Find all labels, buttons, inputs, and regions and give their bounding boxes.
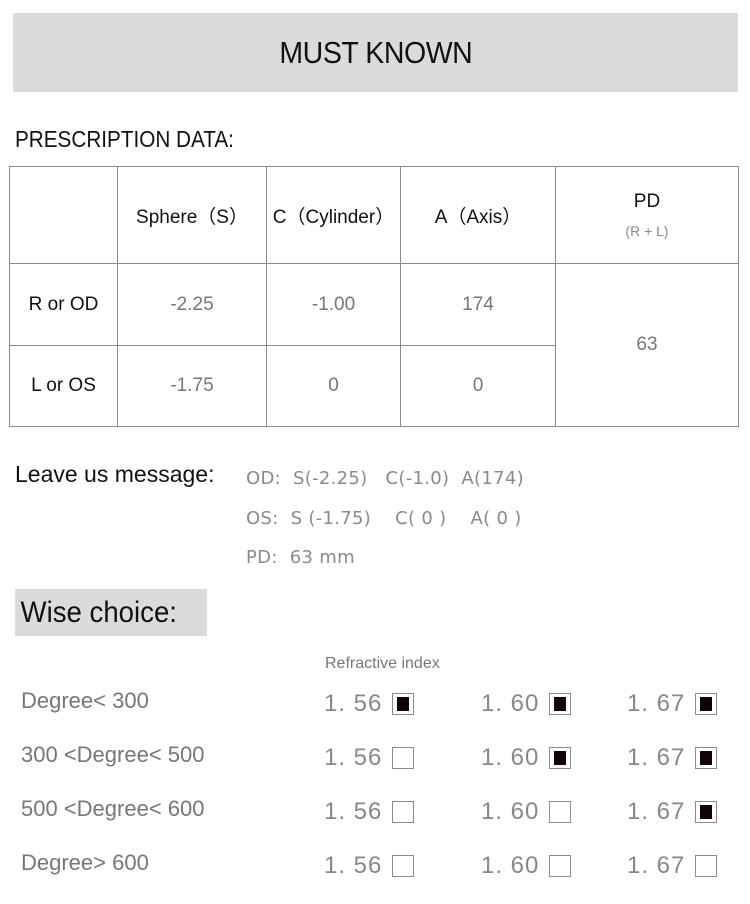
checked-box-icon <box>549 747 572 769</box>
header-sphere: Sphere（S） <box>117 166 267 264</box>
sphere-value: -1.75 <box>117 345 267 427</box>
checked-box-icon <box>549 693 572 715</box>
degree-row: 500 <Degree< 600 1. 56 1. 60 1. 67 <box>0 792 750 832</box>
refractive-option: 1. 60 <box>481 792 572 832</box>
degree-range-label: Degree< 300 <box>21 688 149 713</box>
check-fill-icon <box>700 697 713 711</box>
refractive-option: 1. 56 <box>324 792 415 832</box>
refractive-option: 1. 67 <box>627 684 718 724</box>
degree-row: Degree< 300 1. 56 1. 60 1. 67 <box>0 684 750 724</box>
axis-value: 174 <box>400 263 556 346</box>
refractive-index-value: 1. 56 <box>324 852 383 879</box>
refractive-index-value: 1. 67 <box>627 690 686 717</box>
refractive-option: 1. 67 <box>627 738 718 778</box>
wise-choice-banner: Wise choice: <box>15 589 207 636</box>
checked-box-icon <box>695 747 718 769</box>
message-label: Leave us message: <box>15 461 215 487</box>
refractive-index-value: 1. 67 <box>627 798 686 825</box>
checked-box-icon <box>695 693 718 715</box>
degree-row: 300 <Degree< 500 1. 56 1. 60 1. 67 <box>0 738 750 778</box>
header-pd-label: PD <box>633 191 661 212</box>
check-fill-icon <box>554 751 567 765</box>
refractive-index-value: 1. 60 <box>481 852 540 879</box>
unchecked-box-icon <box>695 855 718 877</box>
refractive-index-value: 1. 56 <box>324 744 383 771</box>
refractive-index-label: Refractive index <box>325 655 440 672</box>
checked-box-icon <box>392 693 415 715</box>
refractive-option: 1. 67 <box>627 792 718 832</box>
eye-label: L or OS <box>9 345 118 427</box>
page-title: MUST KNOWN <box>279 34 472 70</box>
refractive-index-value: 1. 60 <box>481 690 540 717</box>
check-fill-icon <box>397 697 410 711</box>
axis-value: 0 <box>400 345 556 427</box>
refractive-option: 1. 56 <box>324 846 415 886</box>
check-fill-icon <box>700 751 713 765</box>
sphere-value: -2.25 <box>117 263 267 346</box>
header-banner: MUST KNOWN <box>13 13 738 92</box>
check-fill-icon <box>554 697 567 711</box>
refractive-option: 1. 56 <box>324 684 415 724</box>
eye-label: R or OD <box>9 263 118 346</box>
message-line-od: OD: S(-2.25) C(-1.0) A(174) <box>246 468 524 489</box>
refractive-index-value: 1. 60 <box>481 744 540 771</box>
refractive-index-value: 1. 56 <box>324 798 383 825</box>
refractive-option: 1. 60 <box>481 684 572 724</box>
refractive-index-value: 1. 56 <box>324 690 383 717</box>
table-row: R or OD -2.25 -1.00 174 63 <box>9 263 739 427</box>
wise-choice-title: Wise choice: <box>20 595 177 629</box>
header-pd: PD (R + L) <box>555 166 739 264</box>
message-line-pd: PD: 63 mm <box>246 547 355 568</box>
refractive-index-value: 1. 60 <box>481 798 540 825</box>
check-fill-icon <box>700 805 713 819</box>
unchecked-box-icon <box>392 855 415 877</box>
prescription-table: Sphere（S） C（Cylinder） A（Axis） PD (R + L)… <box>9 166 739 427</box>
refractive-option: 1. 60 <box>481 738 572 778</box>
checked-box-icon <box>695 801 718 823</box>
degree-row: Degree> 600 1. 56 1. 60 1. 67 <box>0 846 750 886</box>
header-axis: A（Axis） <box>400 166 556 264</box>
unchecked-box-icon <box>392 801 415 823</box>
table-header-row: Sphere（S） C（Cylinder） A（Axis） PD (R + L) <box>9 166 739 264</box>
pd-value: 63 <box>555 263 739 427</box>
refractive-option: 1. 67 <box>627 846 718 886</box>
header-pd-sub: (R + L) <box>625 223 669 239</box>
cylinder-value: -1.00 <box>266 263 401 346</box>
degree-range-label: 500 <Degree< 600 <box>21 796 205 821</box>
unchecked-box-icon <box>549 855 572 877</box>
header-blank-cell <box>9 166 118 264</box>
header-cylinder: C（Cylinder） <box>266 166 401 264</box>
unchecked-box-icon <box>392 747 415 769</box>
prescription-label: PRESCRIPTION DATA: <box>15 126 234 152</box>
unchecked-box-icon <box>549 801 572 823</box>
message-line-os: OS: S (-1.75) C( 0 ) A( 0 ) <box>246 508 522 529</box>
degree-range-label: Degree> 600 <box>21 850 149 875</box>
cylinder-value: 0 <box>266 345 401 427</box>
degree-range-label: 300 <Degree< 500 <box>21 742 205 767</box>
refractive-option: 1. 60 <box>481 846 572 886</box>
refractive-option: 1. 56 <box>324 738 415 778</box>
refractive-index-value: 1. 67 <box>627 852 686 879</box>
refractive-index-value: 1. 67 <box>627 744 686 771</box>
